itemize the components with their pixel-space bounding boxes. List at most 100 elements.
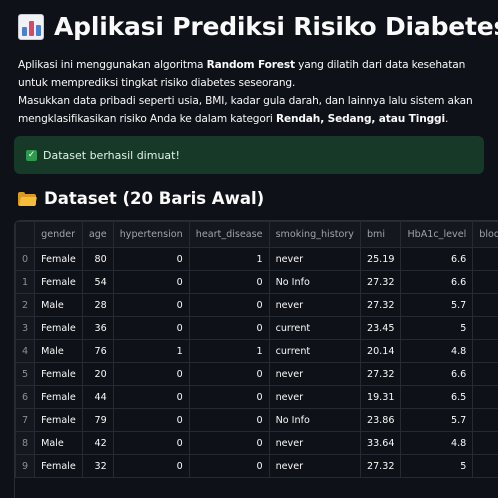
column-header-bmi[interactable]: bmi — [359, 221, 402, 248]
row-index-cell[interactable]: 6 — [15, 385, 36, 409]
table-cell[interactable]: 0 — [188, 270, 270, 294]
table-cell[interactable]: never — [268, 454, 361, 478]
table-cell[interactable]: 5.7 — [400, 293, 474, 317]
table-cell[interactable]: Female — [34, 362, 83, 386]
table-cell[interactable]: 54 — [81, 270, 114, 294]
table-cell[interactable]: 1 — [188, 339, 270, 363]
table-cell[interactable]: 0 — [188, 431, 270, 455]
table-cell[interactable] — [472, 247, 498, 271]
row-index-cell[interactable]: 9 — [15, 454, 36, 478]
row-index-cell[interactable]: 4 — [15, 339, 36, 363]
table-cell[interactable]: never — [268, 247, 361, 271]
table-cell[interactable]: 42 — [81, 431, 114, 455]
table-cell[interactable]: Female — [34, 247, 83, 271]
table-cell[interactable]: 0 — [112, 293, 190, 317]
table-cell[interactable]: 23.45 — [359, 316, 402, 340]
column-header-gender[interactable]: gender — [34, 221, 83, 248]
table-cell[interactable]: 5.7 — [400, 408, 474, 432]
table-cell[interactable] — [472, 339, 498, 363]
table-cell[interactable]: 44 — [81, 385, 114, 409]
table-cell[interactable]: 6.6 — [400, 362, 474, 386]
table-cell[interactable]: 4.8 — [400, 339, 474, 363]
table-cell[interactable]: 4.8 — [400, 431, 474, 455]
table-cell[interactable]: never — [268, 431, 361, 455]
table-cell[interactable]: 0 — [188, 293, 270, 317]
table-cell[interactable]: 0 — [188, 385, 270, 409]
table-cell[interactable]: 27.32 — [359, 454, 402, 478]
table-cell[interactable] — [472, 431, 498, 455]
table-cell[interactable]: 0 — [112, 362, 190, 386]
table-row[interactable]: 3 Female 36 0 0 current 23.45 5 — [15, 316, 498, 340]
table-cell[interactable]: 0 — [112, 454, 190, 478]
column-header-hypertension[interactable]: hypertension — [112, 221, 190, 248]
column-header-age[interactable]: age — [81, 221, 114, 248]
table-cell[interactable] — [472, 362, 498, 386]
table-row[interactable]: 8 Male 42 0 0 never 33.64 4.8 — [15, 431, 498, 455]
table-cell[interactable]: current — [268, 339, 361, 363]
table-cell[interactable] — [472, 454, 498, 478]
table-cell[interactable]: 6.6 — [400, 247, 474, 271]
row-index-cell[interactable]: 1 — [15, 270, 36, 294]
table-cell[interactable]: No Info — [268, 408, 361, 432]
table-cell[interactable]: 6.5 — [400, 385, 474, 409]
table-cell[interactable]: 19.31 — [359, 385, 402, 409]
table-row[interactable]: 0 Female 80 0 1 never 25.19 6.6 — [15, 247, 498, 271]
table-cell[interactable]: never — [268, 293, 361, 317]
table-cell[interactable]: 76 — [81, 339, 114, 363]
table-cell[interactable]: Female — [34, 385, 83, 409]
table-cell[interactable]: 23.86 — [359, 408, 402, 432]
table-cell[interactable]: 0 — [112, 316, 190, 340]
table-cell[interactable]: 0 — [112, 385, 190, 409]
table-row[interactable]: 6 Female 44 0 0 never 19.31 6.5 — [15, 385, 498, 409]
table-cell[interactable] — [472, 316, 498, 340]
table-cell[interactable]: never — [268, 362, 361, 386]
row-index-cell[interactable]: 0 — [15, 247, 36, 271]
table-row[interactable]: 1 Female 54 0 0 No Info 27.32 6.6 — [15, 270, 498, 294]
table-cell[interactable]: 0 — [112, 247, 190, 271]
table-cell[interactable]: 0 — [112, 431, 190, 455]
table-cell[interactable]: 79 — [81, 408, 114, 432]
column-header-heart-disease[interactable]: heart_disease — [188, 221, 270, 248]
table-cell[interactable]: 0 — [112, 408, 190, 432]
table-cell[interactable]: never — [268, 385, 361, 409]
row-index-cell[interactable]: 7 — [15, 408, 36, 432]
table-cell[interactable]: 6.6 — [400, 270, 474, 294]
table-cell[interactable]: Female — [34, 408, 83, 432]
table-row[interactable]: 2 Male 28 0 0 never 27.32 5.7 — [15, 293, 498, 317]
table-row[interactable]: 9 Female 32 0 0 never 27.32 5 — [15, 454, 498, 478]
table-cell[interactable]: 20.14 — [359, 339, 402, 363]
table-row[interactable]: 7 Female 79 0 0 No Info 23.86 5.7 — [15, 408, 498, 432]
table-row[interactable]: 5 Female 20 0 0 never 27.32 6.6 — [15, 362, 498, 386]
table-cell[interactable]: 0 — [188, 408, 270, 432]
table-cell[interactable]: Female — [34, 270, 83, 294]
row-index-cell[interactable]: 2 — [15, 293, 36, 317]
table-cell[interactable]: 25.19 — [359, 247, 402, 271]
table-cell[interactable]: Female — [34, 454, 83, 478]
row-index-cell[interactable]: 5 — [15, 362, 36, 386]
table-cell[interactable]: 0 — [188, 316, 270, 340]
column-header-index[interactable] — [15, 221, 36, 248]
table-cell[interactable]: 0 — [188, 362, 270, 386]
table-cell[interactable]: Male — [34, 293, 83, 317]
table-cell[interactable]: Female — [34, 316, 83, 340]
table-cell[interactable]: No Info — [268, 270, 361, 294]
row-index-cell[interactable]: 8 — [15, 431, 36, 455]
row-index-cell[interactable]: 3 — [15, 316, 36, 340]
table-row[interactable]: 4 Male 76 1 1 current 20.14 4.8 — [15, 339, 498, 363]
table-cell[interactable]: 33.64 — [359, 431, 402, 455]
table-cell[interactable]: 27.32 — [359, 293, 402, 317]
table-cell[interactable]: Male — [34, 339, 83, 363]
column-header-hba1c-level[interactable]: HbA1c_level — [400, 221, 474, 248]
table-cell[interactable]: 80 — [81, 247, 114, 271]
table-cell[interactable]: 28 — [81, 293, 114, 317]
table-cell[interactable]: 0 — [112, 270, 190, 294]
table-cell[interactable]: 27.32 — [359, 270, 402, 294]
column-header-smoking-history[interactable]: smoking_history — [268, 221, 361, 248]
table-cell[interactable] — [472, 408, 498, 432]
table-cell[interactable] — [472, 385, 498, 409]
table-cell[interactable]: 1 — [112, 339, 190, 363]
table-cell[interactable]: 32 — [81, 454, 114, 478]
table-cell[interactable] — [472, 293, 498, 317]
table-cell[interactable]: current — [268, 316, 361, 340]
table-cell[interactable]: 27.32 — [359, 362, 402, 386]
